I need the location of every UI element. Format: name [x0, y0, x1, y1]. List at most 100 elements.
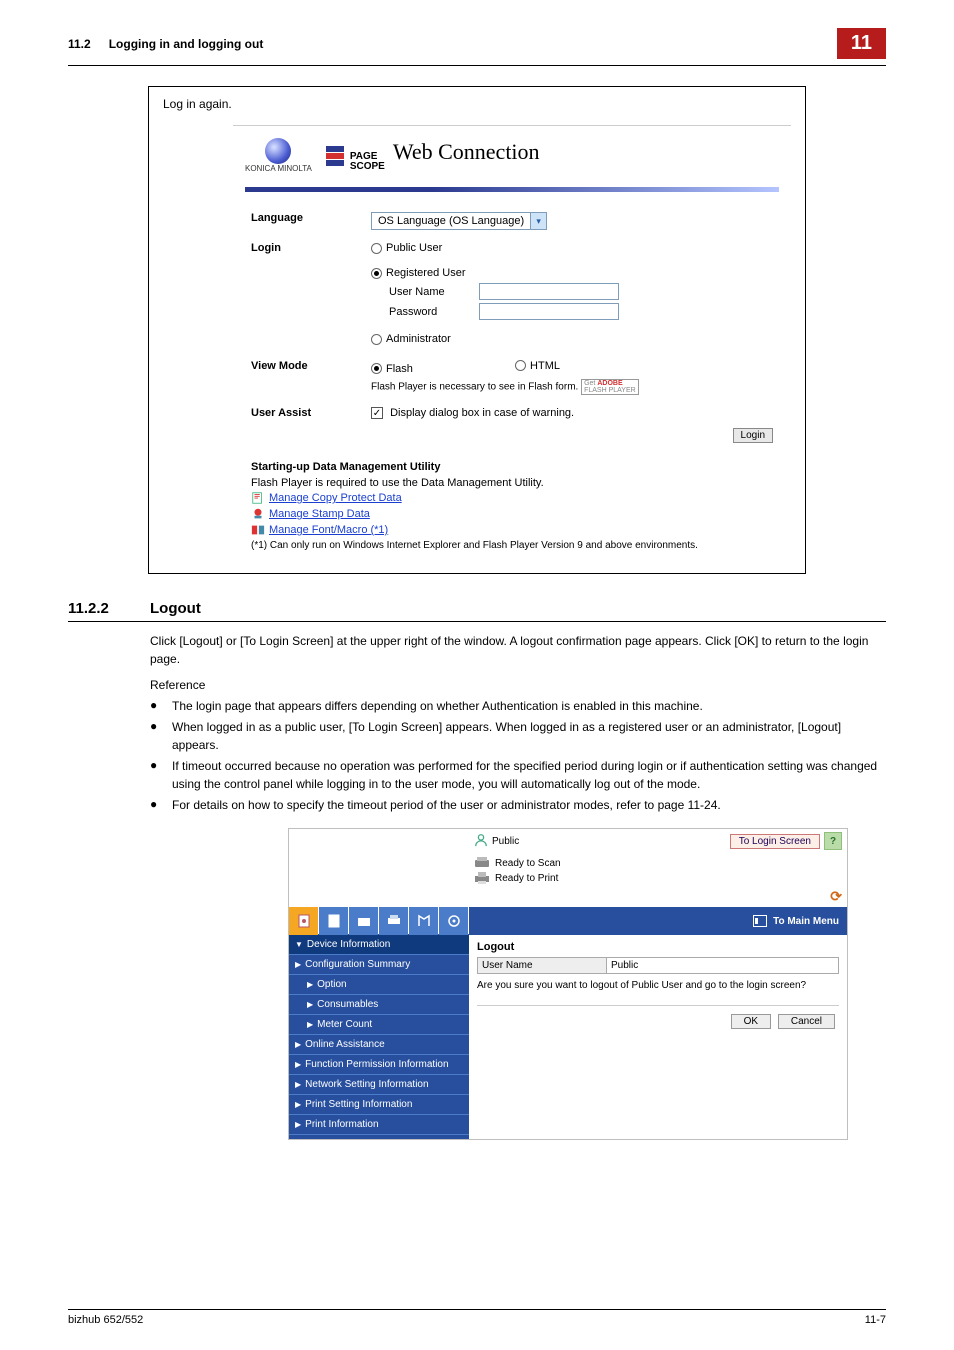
footer-right: 11-7 — [865, 1314, 886, 1326]
userassist-text: Display dialog box in case of warning. — [390, 407, 574, 419]
dmu-section: Starting-up Data Management Utility Flas… — [245, 451, 779, 561]
userassist-row: User Assist Display dialog box in case o… — [245, 401, 779, 426]
chevron-down-icon: ▾ — [530, 213, 546, 229]
flash-note: Flash Player is necessary to see in Flas… — [371, 381, 578, 392]
chapter-badge: 11 — [837, 28, 886, 59]
tab-address[interactable] — [409, 907, 438, 935]
user-bar: Public To Login Screen ? — [469, 829, 847, 853]
status-print-label: Ready to Print — [495, 873, 558, 884]
pagescope-logo: PAGE SCOPE Web Connection — [326, 139, 540, 172]
user-name-label: Public — [492, 836, 519, 847]
html-radio[interactable]: HTML — [515, 360, 560, 372]
language-label: Language — [251, 212, 371, 230]
sidebar-item-device-info[interactable]: ▼Device Information — [289, 935, 469, 955]
sidebar-item-online-assist[interactable]: ▶Online Assistance — [289, 1035, 469, 1055]
manage-stamp-link[interactable]: Manage Stamp Data — [269, 508, 370, 520]
section-paragraph: Click [Logout] or [To Login Screen] at t… — [150, 632, 886, 668]
main-menu-icon — [753, 915, 767, 927]
flash-label: Flash — [386, 363, 413, 375]
cancel-button[interactable]: Cancel — [778, 1014, 835, 1029]
radio-icon — [515, 360, 526, 371]
userassist-checkbox[interactable] — [371, 407, 383, 419]
list-item: ●When logged in as a public user, [To Lo… — [150, 719, 886, 754]
tab-custom[interactable] — [439, 907, 468, 935]
viewmode-row: View Mode Flash HTML Flash Player is nec… — [245, 354, 779, 401]
flash-radio[interactable]: Flash — [371, 363, 413, 375]
brand-webconnection-label: Web Connection — [393, 139, 540, 165]
bullet-list: ●The login page that appears differs dep… — [150, 698, 886, 814]
printer-icon — [474, 871, 490, 885]
public-user-radio[interactable]: Public User — [371, 242, 442, 254]
tab-box[interactable] — [349, 907, 378, 935]
scanner-icon — [474, 856, 490, 870]
header-section-num: 11.2 — [68, 37, 91, 51]
sidebar-item-func-perm[interactable]: ▶Function Permission Information — [289, 1055, 469, 1075]
tab-job[interactable] — [319, 907, 348, 935]
to-main-menu-button[interactable]: To Main Menu — [773, 916, 839, 927]
manage-copy-protect-link[interactable]: Manage Copy Protect Data — [269, 492, 402, 504]
tab-print[interactable] — [379, 907, 408, 935]
sidebar-item-config-summary[interactable]: ▶Configuration Summary — [289, 955, 469, 975]
dmu-heading: Starting-up Data Management Utility — [251, 461, 773, 473]
username-value: Public — [607, 957, 839, 974]
public-user-label: Public User — [386, 242, 442, 254]
dmu-footnote: (*1) Can only run on Windows Internet Ex… — [251, 540, 773, 551]
help-icon[interactable]: ? — [824, 832, 842, 850]
section-number: 11.2.2 — [68, 600, 150, 617]
login-row: Login Public User Registered User User N… — [245, 236, 779, 354]
pagescope-icon — [326, 146, 344, 166]
ok-button[interactable]: OK — [731, 1014, 771, 1029]
sidebar: ▼Device Information ▶Configuration Summa… — [289, 935, 469, 1139]
language-select[interactable]: OS Language (OS Language) ▾ — [371, 212, 547, 230]
password-input[interactable] — [479, 303, 619, 320]
radio-icon — [371, 243, 382, 254]
sidebar-item-print-info[interactable]: ▶Print Information — [289, 1115, 469, 1135]
manage-font-macro-link[interactable]: Manage Font/Macro (*1) — [269, 524, 388, 536]
figure-lead-text: Log in again. — [163, 97, 791, 111]
brand-row: KONICA MINOLTA PAGE SCOPE Web Connection — [245, 134, 779, 187]
username-input[interactable] — [479, 283, 619, 300]
login-button[interactable]: Login — [733, 428, 773, 443]
refresh-icon[interactable]: ⟳ — [826, 888, 842, 904]
user-icon — [474, 833, 488, 850]
section-11-2-2: 11.2.2 Logout Click [Logout] or [To Logi… — [68, 600, 886, 1140]
to-login-screen-button[interactable]: To Login Screen — [730, 834, 820, 849]
registered-user-label: Registered User — [386, 267, 465, 279]
sidebar-item-option[interactable]: ▶Option — [289, 975, 469, 995]
login-label: Login — [251, 242, 371, 348]
administrator-radio[interactable]: Administrator — [371, 333, 451, 345]
sidebar-item-net-setting[interactable]: ▶Network Setting Information — [289, 1075, 469, 1095]
sidebar-item-consumables[interactable]: ▶Consumables — [289, 995, 469, 1015]
list-item: ●For details on how to specify the timeo… — [150, 797, 886, 814]
password-label: Password — [389, 306, 479, 318]
get-flash-badge[interactable]: Get ADOBE FLASH PLAYER — [581, 379, 639, 395]
reference-label: Reference — [150, 678, 886, 692]
status-scan-label: Ready to Scan — [495, 858, 561, 869]
html-label: HTML — [530, 360, 560, 372]
stamp-icon — [251, 507, 265, 521]
gradient-bar — [245, 187, 779, 192]
username-label: User Name — [389, 286, 479, 298]
brand-scope-label: SCOPE — [350, 162, 385, 172]
login-figure-box: Log in again. KONICA MINOLTA PAGE SCOPE … — [148, 86, 806, 574]
font-macro-icon — [251, 523, 265, 537]
konica-minolta-label: KONICA MINOLTA — [245, 164, 312, 173]
table-row: User Name Public — [477, 957, 839, 974]
status-area: Ready to Scan Ready to Print — [469, 853, 847, 888]
konica-minolta-logo: KONICA MINOLTA — [245, 138, 312, 173]
header-section-title: Logging in and logging out — [109, 37, 837, 51]
sidebar-item-meter-count[interactable]: ▶Meter Count — [289, 1015, 469, 1035]
page-footer: bizhub 652/552 11-7 — [68, 1309, 886, 1326]
content-area: Logout User Name Public Are you sure you… — [469, 935, 847, 1139]
tab-info[interactable] — [289, 907, 318, 935]
login-panel: KONICA MINOLTA PAGE SCOPE Web Connection… — [233, 125, 791, 573]
list-item: ●The login page that appears differs dep… — [150, 698, 886, 715]
language-row: Language OS Language (OS Language) ▾ — [245, 206, 779, 236]
footer-left: bizhub 652/552 — [68, 1314, 143, 1326]
logout-question: Are you sure you want to logout of Publi… — [477, 980, 839, 991]
dmu-note: Flash Player is required to use the Data… — [251, 477, 773, 489]
radio-icon — [371, 363, 382, 374]
webconnection-panel: Public To Login Screen ? Ready to Scan — [288, 828, 848, 1140]
registered-user-radio[interactable]: Registered User — [371, 267, 465, 279]
sidebar-item-print-setting[interactable]: ▶Print Setting Information — [289, 1095, 469, 1115]
